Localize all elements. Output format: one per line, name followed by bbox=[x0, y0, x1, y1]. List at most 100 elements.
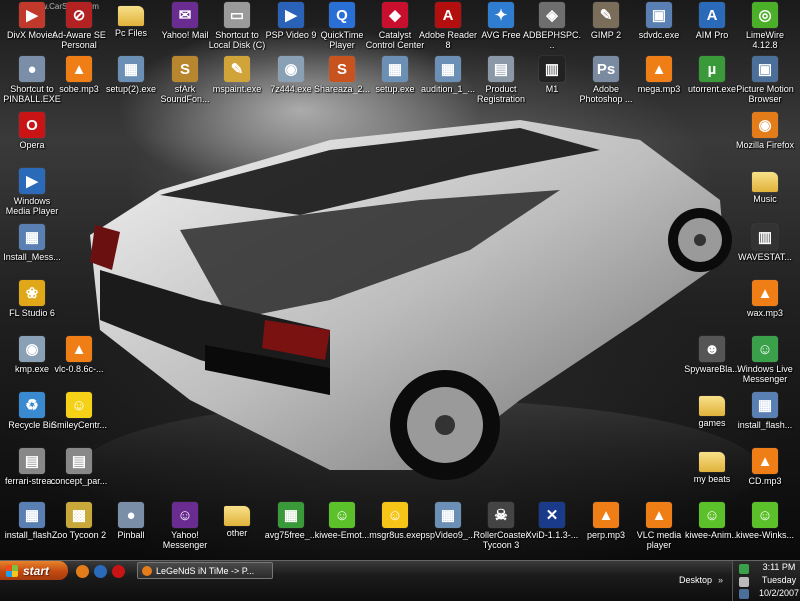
desktop-icon-kiwee-anim[interactable]: ☺ kiwee-Anim... bbox=[682, 502, 742, 540]
sfark-icon: S bbox=[172, 56, 198, 82]
desktop-icon-games[interactable]: games bbox=[682, 392, 742, 428]
desktop-icon-catalyst[interactable]: ◆ Catalyst Control Center bbox=[365, 2, 425, 50]
desktop-icon-local-disk[interactable]: ▭ Shortcut to Local Disk (C) bbox=[207, 2, 267, 50]
xvid-icon: ✕ bbox=[539, 502, 565, 528]
clock-time[interactable]: 3:11 PM bbox=[757, 562, 800, 572]
exe-icon: ▣ bbox=[646, 2, 672, 28]
smiley-icon: ☺ bbox=[66, 392, 92, 418]
quicklaunch-opera-icon[interactable] bbox=[112, 565, 125, 578]
desktop-icon-concept-par[interactable]: ▤ concept_par... bbox=[49, 448, 109, 486]
installer-icon: ◈ bbox=[539, 2, 565, 28]
desktop-icon-sdvdc[interactable]: ▣ sdvdc.exe bbox=[629, 2, 689, 40]
messenger-tray-icon[interactable] bbox=[739, 564, 749, 574]
installer-icon: ◉ bbox=[278, 56, 304, 82]
ati-icon: ◆ bbox=[382, 2, 408, 28]
toolbar-chevron-icon[interactable]: » bbox=[718, 575, 723, 585]
desktop-icon-setup2[interactable]: ▦ setup(2).exe bbox=[101, 56, 161, 94]
desktop-icon-quicktime[interactable]: Q QuickTime Player bbox=[312, 2, 372, 50]
windows-logo-icon bbox=[6, 564, 18, 577]
folder-icon bbox=[224, 506, 250, 526]
messenger-icon: ☺ bbox=[752, 336, 778, 362]
speaker-tray-icon[interactable] bbox=[739, 577, 749, 587]
drive-icon: ▭ bbox=[224, 2, 250, 28]
desktop-icon-firefox[interactable]: ◉ Mozilla Firefox bbox=[735, 112, 795, 150]
desktop-icon-mspaint[interactable]: ✎ mspaint.exe bbox=[207, 56, 267, 94]
desktop-icon-kiwee-winks[interactable]: ☺ kiwee-Winks... bbox=[735, 502, 795, 540]
setup-icon: ▦ bbox=[382, 56, 408, 82]
desktop-icon-msgr8us[interactable]: ☺ msgr8us.exe bbox=[365, 502, 425, 540]
desktop-icon-other[interactable]: other bbox=[207, 502, 267, 538]
quicklaunch-firefox-icon[interactable] bbox=[76, 565, 89, 578]
desktop-icon-cd-mp3[interactable]: ▲ CD.mp3 bbox=[735, 448, 795, 486]
desktop-icon-limewire[interactable]: ◎ LimeWire 4.12.8 bbox=[735, 2, 795, 50]
desktop-icon-sobe-mp3[interactable]: ▲ sobe.mp3 bbox=[49, 56, 109, 94]
desktop-icon-gimp-2[interactable]: ✎ GIMP 2 bbox=[576, 2, 636, 40]
adobe-reader-icon: A bbox=[435, 2, 461, 28]
file-icon: ▤ bbox=[66, 448, 92, 474]
desktop-icon-label: Shortcut to Local Disk (C) bbox=[208, 30, 266, 50]
network-tray-icon[interactable] bbox=[739, 589, 749, 599]
desktop-icon-vlc-086[interactable]: ▲ vlc-0.8.6c-... bbox=[49, 336, 109, 374]
desktop-icon-label: setup(2).exe bbox=[105, 84, 157, 94]
quicklaunch-ie-icon[interactable] bbox=[94, 565, 107, 578]
desktop-icon-m1[interactable]: ▥ M1 bbox=[522, 56, 582, 94]
desktop-icon-perp-mp3[interactable]: ▲ perp.mp3 bbox=[576, 502, 636, 540]
desktop-icon-pspvideo9[interactable]: ▦ pspVideo9_... bbox=[418, 502, 478, 540]
desktop-icon-spywareblaster[interactable]: ☻ SpywareBla... bbox=[682, 336, 742, 374]
desktop-icon-yahoo-mail[interactable]: ✉ Yahoo! Mail bbox=[155, 2, 215, 40]
desktop-icon-pc-files[interactable]: Pc Files bbox=[101, 2, 161, 38]
desktop-icon-utorrent[interactable]: µ utorrent.exe bbox=[682, 56, 742, 94]
desktop-icon-aim-pro[interactable]: A AIM Pro bbox=[682, 2, 742, 40]
taskbar-item-firefox-window[interactable]: LeGeNdS iN TiMe -> P... bbox=[137, 562, 273, 579]
start-label: start bbox=[23, 563, 50, 578]
desktop-icon-smileycentral[interactable]: ☺ SmileyCentr... bbox=[49, 392, 109, 430]
desktop-icon-zoo-tycoon[interactable]: ▩ Zoo Tycoon 2 bbox=[49, 502, 109, 540]
start-button[interactable]: start bbox=[0, 561, 68, 580]
desktop-icon-pinball[interactable]: ● Pinball bbox=[101, 502, 161, 540]
desktop-icon-vlc-player[interactable]: ▲ VLC media player bbox=[629, 502, 689, 550]
desktop-icon-mega-mp3[interactable]: ▲ mega.mp3 bbox=[629, 56, 689, 94]
desktop-icon-yahoo-messenger[interactable]: ☺ Yahoo! Messenger bbox=[155, 502, 215, 550]
desktop-icon-label: Adobe Reader 8 bbox=[418, 30, 478, 50]
desktop-icon-xvid[interactable]: ✕ XviD-1.1.3-... bbox=[522, 502, 582, 540]
folder-icon bbox=[699, 396, 725, 416]
desktop-icon-shareaza[interactable]: S Shareaza_2... bbox=[312, 56, 372, 94]
divx-icon: ▶ bbox=[19, 2, 45, 28]
desktop-icon-music[interactable]: Music bbox=[735, 168, 795, 204]
installer-icon: ▦ bbox=[19, 502, 45, 528]
desktop-icon-my-beats[interactable]: my beats bbox=[682, 448, 742, 484]
desktop-icon-opera[interactable]: O Opera bbox=[2, 112, 62, 150]
desktop[interactable]: www.CarShow.com ▶ DivX Movies ⊘ Ad-Aware SE… bbox=[0, 0, 800, 560]
desktop-icon-adobe-photoshop[interactable]: Ps Adobe Photoshop ... bbox=[576, 56, 636, 104]
yahoo-messenger-icon: ☺ bbox=[172, 502, 198, 528]
yahoo-smiley-icon: ☺ bbox=[382, 502, 408, 528]
desktop-icon-label: other bbox=[226, 528, 248, 538]
desktop-icon-fl-studio[interactable]: ❀ FL Studio 6 bbox=[2, 280, 62, 318]
firefox-icon bbox=[142, 565, 152, 576]
folder-icon bbox=[752, 172, 778, 192]
desktop-icon-audition[interactable]: ▦ audition_1_... bbox=[418, 56, 478, 94]
desktop-icon-label: WAVESTAT... bbox=[738, 252, 792, 262]
desktop-icon-ad-aware[interactable]: ⊘ Ad-Aware SE Personal bbox=[49, 2, 109, 50]
desktop-icon-wmp[interactable]: ▶ Windows Media Player bbox=[2, 168, 62, 216]
kiwee-icon: ☺ bbox=[329, 502, 355, 528]
desktop-icon-label: Windows Live Messenger bbox=[737, 364, 793, 384]
desktop-icon-label: msgr8us.exe bbox=[369, 530, 421, 540]
desktop-icon-wlm[interactable]: ☺ Windows Live Messenger bbox=[735, 336, 795, 384]
desktop-icon-picture-motion[interactable]: ▣ Picture Motion Browser bbox=[735, 56, 795, 104]
desktop-icon-label: AIM Pro bbox=[695, 30, 729, 40]
desktop-icon-adobe-reader[interactable]: A Adobe Reader 8 bbox=[418, 2, 478, 50]
desktop-icon-sfark[interactable]: SsfArk SoundFon... bbox=[155, 56, 215, 104]
desktop-icon-wavestat[interactable]: ▥ WAVESTAT... bbox=[735, 224, 795, 262]
desktop-icon-wax-mp3[interactable]: ▲ wax.mp3 bbox=[735, 280, 795, 318]
desktop-icon-adbephspc[interactable]: ◈ ADBEPHSPC... bbox=[522, 2, 582, 50]
limewire-icon: ◎ bbox=[752, 2, 778, 28]
installer-icon: ▦ bbox=[752, 392, 778, 418]
rollercoaster-icon: ☠ bbox=[488, 502, 514, 528]
clock-date: 10/2/2007 bbox=[758, 588, 800, 598]
desktop-icon-kiwee-emot[interactable]: ☺ kiwee-Emot... bbox=[312, 502, 372, 540]
desktop-icon-install-flash-1[interactable]: ▦ install_flash... bbox=[735, 392, 795, 430]
desktop-icon-setup[interactable]: ▦ setup.exe bbox=[365, 56, 425, 94]
desktop-icon-install-mess[interactable]: ▦ Install_Mess... bbox=[2, 224, 62, 262]
desktop-toolbar-label[interactable]: Desktop bbox=[679, 575, 712, 585]
